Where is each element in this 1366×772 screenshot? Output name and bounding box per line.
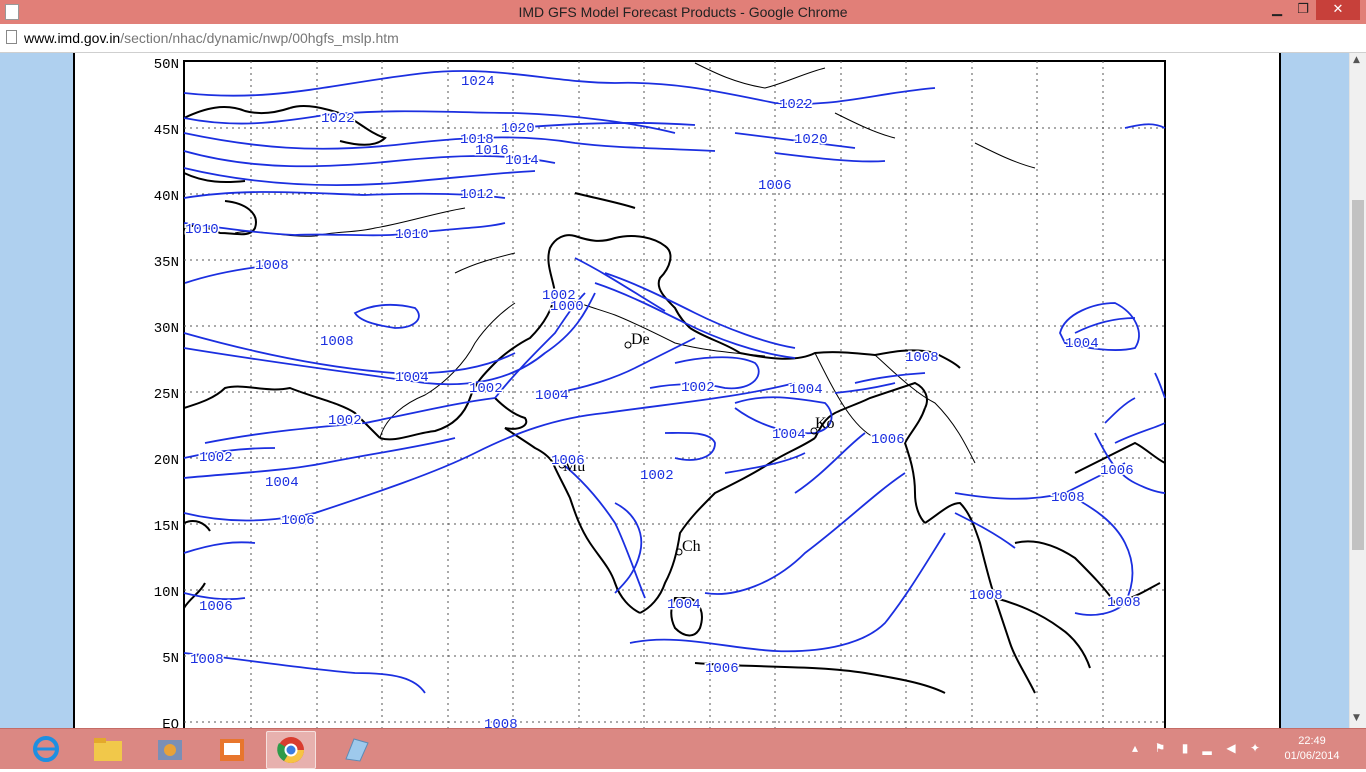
lat-label: EQ <box>162 717 179 728</box>
lat-label: 20N <box>154 453 179 469</box>
city-label-delhi: De <box>631 331 650 348</box>
isobar-label: 1008 <box>905 350 939 366</box>
url-path: /section/nhac/dynamic/nwp/00hgfs_mslp.ht… <box>120 30 399 46</box>
signal-icon[interactable]: ▂ <box>1200 741 1214 755</box>
isobar-label: 1002 <box>681 380 715 396</box>
page-icon <box>6 30 17 44</box>
clock[interactable]: 22:49 01/06/2014 <box>1284 734 1340 764</box>
show-hidden-icons-icon[interactable]: ▴ <box>1128 741 1142 755</box>
scroll-down-icon[interactable]: ▼ <box>1353 713 1360 723</box>
lat-label: 50N <box>154 57 179 73</box>
isobar-label: 1008 <box>1051 490 1085 506</box>
lat-label: 30N <box>154 321 179 337</box>
app-4-icon[interactable] <box>210 731 254 767</box>
isobar-label: 1008 <box>484 717 518 728</box>
isobar-label: 1002 <box>199 450 233 466</box>
scroll-up-icon[interactable]: ▲ <box>1353 55 1360 65</box>
isobar-label: 1004 <box>535 388 569 404</box>
isobar-label: 1016 <box>475 143 509 159</box>
isobar-label: 1004 <box>265 475 299 491</box>
close-button[interactable]: ✕ <box>1316 0 1360 20</box>
isobar-label: 1006 <box>281 513 315 529</box>
lat-label: 45N <box>154 123 179 139</box>
url-host: www.imd.gov.in <box>24 30 121 46</box>
isobar-label: 1004 <box>1065 336 1099 352</box>
page-area: 50N 45N 40N 35N 30N 25N 20N 15N 10N 5N E… <box>73 53 1281 728</box>
isobar-label: 1006 <box>871 432 905 448</box>
isobar-label: 1006 <box>551 453 585 469</box>
isobar-label: 1008 <box>1107 595 1141 611</box>
isobar-label: 1014 <box>505 153 539 169</box>
file-explorer-icon[interactable] <box>86 731 130 767</box>
isobar-label: 1022 <box>779 97 813 113</box>
isobar-label: 1004 <box>395 370 429 386</box>
isobar-label: 1002 <box>328 413 362 429</box>
lat-label: 5N <box>162 651 179 667</box>
minimize-button[interactable]: ▁ <box>1264 0 1290 20</box>
lat-label: 15N <box>154 519 179 535</box>
battery-icon[interactable]: ▮ <box>1178 741 1192 755</box>
isobar-label: 1008 <box>969 588 1003 604</box>
isobar-label: 1004 <box>772 427 806 443</box>
isobar-label: 1022 <box>321 111 355 127</box>
scrollbar-thumb[interactable] <box>1352 200 1364 550</box>
isobar-label: 1000 <box>550 299 584 315</box>
clock-date: 01/06/2014 <box>1284 750 1340 762</box>
isobar-label: 1002 <box>469 381 503 397</box>
volume-icon[interactable]: ◀ <box>1224 741 1238 755</box>
url-text[interactable]: www.imd.gov.in/section/nhac/dynamic/nwp/… <box>24 30 399 46</box>
vertical-scrollbar[interactable]: ▲ ▼ <box>1349 53 1366 728</box>
isobar-label: 1002 <box>640 468 674 484</box>
window-title: IMD GFS Model Forecast Products - Google… <box>518 4 848 20</box>
address-bar[interactable]: www.imd.gov.in/section/nhac/dynamic/nwp/… <box>0 24 1366 53</box>
action-center-flag-icon[interactable]: ⚑ <box>1153 741 1167 755</box>
mslp-map: 50N 45N 40N 35N 30N 25N 20N 15N 10N 5N E… <box>154 57 1166 728</box>
lat-label: 10N <box>154 585 179 601</box>
isobar-label: 1006 <box>705 661 739 677</box>
lat-label: 25N <box>154 387 179 403</box>
isobar-label: 1006 <box>1100 463 1134 479</box>
app-3-icon[interactable] <box>148 731 192 767</box>
isobar-label: 1008 <box>320 334 354 350</box>
maximize-button[interactable]: ❐ <box>1290 0 1316 20</box>
isobar-label: 1008 <box>255 258 289 274</box>
isobar-label: 1012 <box>460 187 494 203</box>
isobar-label: 1010 <box>395 227 429 243</box>
isobar-label: 1006 <box>199 599 233 615</box>
lat-label: 35N <box>154 255 179 271</box>
lat-label: 40N <box>154 189 179 205</box>
clock-time: 22:49 <box>1298 735 1326 747</box>
isobar-label: 1006 <box>758 178 792 194</box>
isobar-label: 1004 <box>667 597 701 613</box>
city-label-kolkata: Ko <box>815 415 835 432</box>
taskbar: ▴ ⚑ ▮ ▂ ◀ ✦ 22:49 01/06/2014 <box>0 728 1366 769</box>
isobar-label: 1004 <box>789 382 823 398</box>
chrome-icon[interactable] <box>266 731 316 769</box>
tray-app-icon[interactable]: ✦ <box>1248 741 1262 755</box>
app-6-icon[interactable] <box>334 731 378 767</box>
title-bar: IMD GFS Model Forecast Products - Google… <box>0 0 1366 24</box>
isobar-label: 1010 <box>185 222 219 238</box>
city-label-chennai: Ch <box>682 538 701 555</box>
isobar-label: 1024 <box>461 74 495 90</box>
internet-explorer-icon[interactable] <box>24 731 68 767</box>
isobar-label: 1020 <box>794 132 828 148</box>
isobar-label: 1020 <box>501 121 535 137</box>
browser-content: 50N 45N 40N 35N 30N 25N 20N 15N 10N 5N E… <box>0 53 1366 728</box>
isobar-label: 1008 <box>190 652 224 668</box>
